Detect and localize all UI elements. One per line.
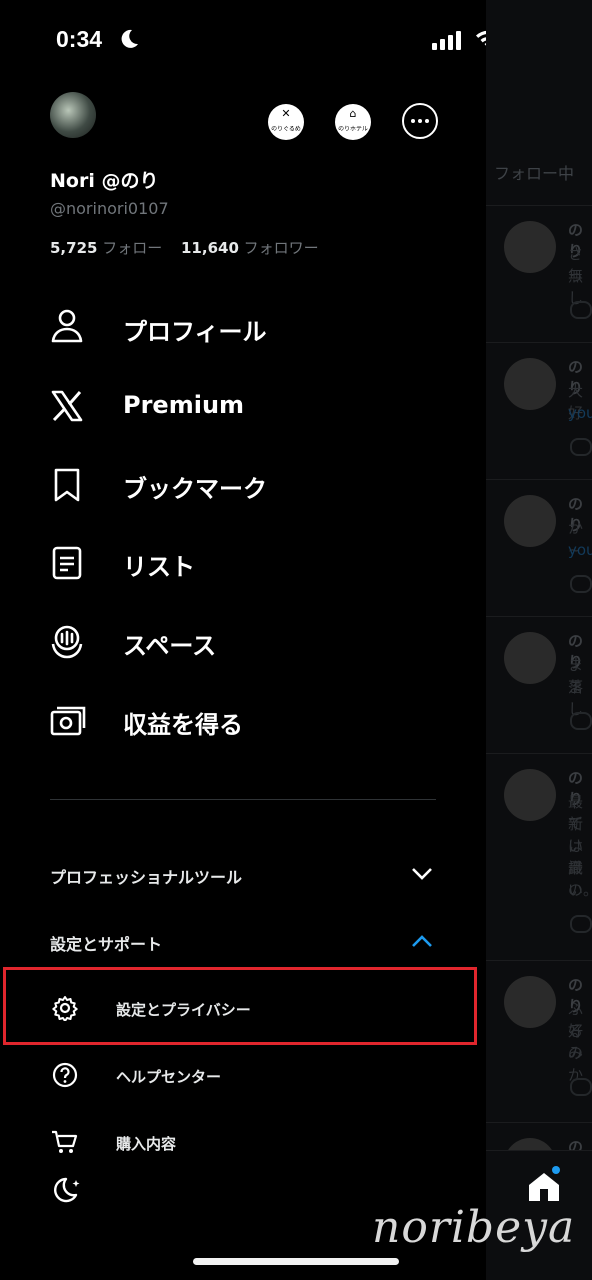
timeline-post-link[interactable]: you	[568, 402, 592, 424]
display-mode-moon-icon[interactable]	[52, 1176, 84, 1206]
following-label: フォロー	[102, 239, 163, 257]
following-count: 5,725	[50, 239, 98, 257]
timeline-post-avatar[interactable]	[504, 358, 556, 410]
timeline-post-text: い。	[568, 881, 592, 899]
reply-icon[interactable]	[570, 915, 592, 933]
avatar[interactable]	[50, 92, 96, 138]
x-logo-icon	[51, 390, 83, 422]
status-time: 0:34	[56, 26, 103, 52]
submenu-label-help-center: ヘルプセンター	[116, 1068, 222, 1086]
spaces-mic-icon	[51, 625, 83, 659]
more-dot-icon	[411, 119, 415, 123]
display-name[interactable]: Nori @のり	[50, 166, 158, 193]
watermark: noribeya	[372, 1202, 576, 1253]
timeline-post-divider	[486, 342, 592, 343]
reply-icon[interactable]	[570, 712, 592, 730]
timeline-post-avatar[interactable]	[504, 632, 556, 684]
section-label-professional-tools: プロフェッショナルツール	[50, 868, 243, 887]
timeline-post-divider	[486, 753, 592, 754]
timeline-post-divider	[486, 1122, 592, 1123]
menu-label-lists: リスト	[123, 553, 195, 581]
help-question-icon	[52, 1062, 78, 1088]
account-switch-button-1[interactable]: ✕ のりぐるめ	[268, 104, 304, 140]
list-icon	[52, 546, 82, 580]
notification-dot	[552, 1166, 560, 1174]
more-dot-icon	[425, 119, 429, 123]
tab-following[interactable]: フォロー中	[494, 160, 574, 184]
money-icon	[50, 706, 86, 736]
account-switch-button-2[interactable]: ⌂ のりホテル	[335, 104, 371, 140]
annotation-highlight-box	[3, 967, 477, 1045]
chevron-down-icon	[412, 868, 432, 880]
timeline-post-avatar[interactable]	[504, 221, 556, 273]
menu-label-monetization: 収益を得る	[123, 711, 243, 739]
account-switch-label-2: のりホテル	[338, 125, 368, 133]
menu-label-bookmarks: ブックマーク	[123, 475, 267, 503]
reply-icon[interactable]	[570, 301, 592, 319]
menu-label-spaces: スペース	[123, 632, 217, 660]
home-indicator[interactable]	[193, 1258, 399, 1265]
followers-label: フォロワー	[243, 239, 319, 257]
timeline-post-avatar[interactable]	[504, 495, 556, 547]
user-handle: @norinori0107	[50, 199, 169, 218]
cellular-signal-icon	[432, 31, 461, 50]
section-label-settings-support: 設定とサポート	[50, 935, 163, 954]
timeline-post-divider	[486, 960, 592, 961]
moon-icon	[121, 29, 138, 48]
timeline-post-avatar[interactable]	[504, 976, 556, 1028]
following-count-link[interactable]: 5,725 フォロー	[50, 237, 162, 258]
followers-count: 11,640	[181, 239, 239, 257]
submenu-label-purchases: 購入内容	[116, 1135, 177, 1153]
timeline-post-avatar[interactable]	[504, 769, 556, 821]
shopping-cart-icon	[52, 1130, 78, 1153]
timeline-post-divider	[486, 479, 592, 480]
timeline-background[interactable]: フォロー中 のり さっ 無し のり 大好 you のり か~ you のり まま 落し のり 最新 てい は最…	[486, 0, 592, 1280]
reply-icon[interactable]	[570, 575, 592, 593]
more-options-button[interactable]	[402, 103, 438, 139]
menu-label-premium: Premium	[123, 391, 245, 419]
person-icon	[51, 309, 83, 343]
menu-label-profile: プロフィール	[123, 318, 267, 346]
timeline-post-link[interactable]: you	[568, 539, 592, 561]
timeline-post-divider	[486, 616, 592, 617]
followers-count-link[interactable]: 11,640 フォロワー	[181, 237, 319, 258]
home-icon[interactable]	[526, 1170, 562, 1204]
reply-icon[interactable]	[570, 1078, 592, 1096]
account-switch-label-1: のりぐるめ	[271, 125, 301, 133]
menu-divider	[50, 799, 436, 800]
more-dot-icon	[418, 119, 422, 123]
timeline-post-divider	[486, 205, 592, 206]
bookmark-icon	[54, 468, 80, 502]
reply-icon[interactable]	[570, 438, 592, 456]
chevron-up-icon	[412, 935, 432, 947]
